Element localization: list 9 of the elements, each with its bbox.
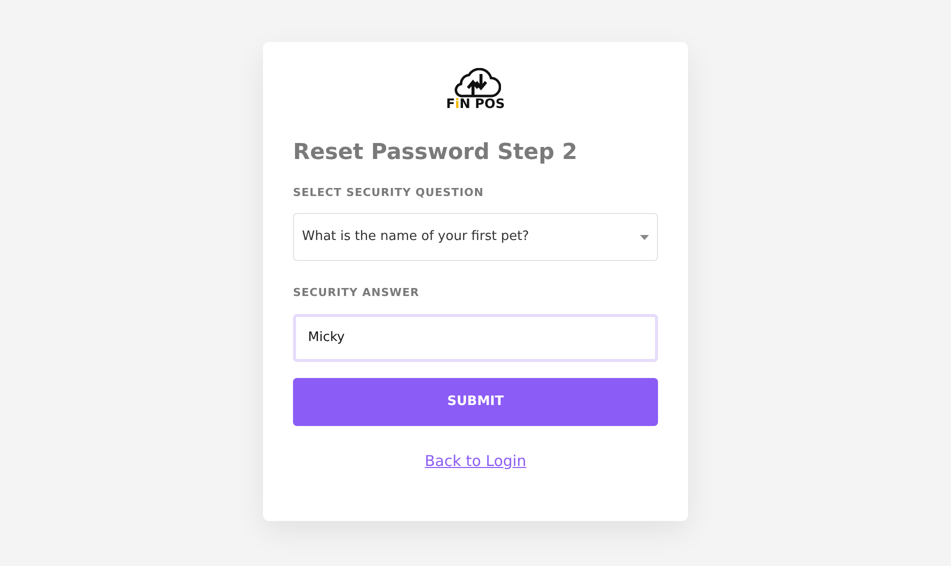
back-to-login-link[interactable]: Back to Login [424,450,526,472]
field-label: SELECT SECURITY QUESTION [293,184,485,200]
field-label: SECURITY ANSWER [293,285,420,301]
logo-text: FiN POS [446,98,505,111]
question-select[interactable]: What is the name of your first pet? [293,213,658,261]
submit-button[interactable]: SUBMIT [293,378,658,426]
caret-icon [640,234,649,240]
page-title: Reset Password Step 2 [293,139,578,166]
answer-field[interactable]: Micky [293,314,658,362]
